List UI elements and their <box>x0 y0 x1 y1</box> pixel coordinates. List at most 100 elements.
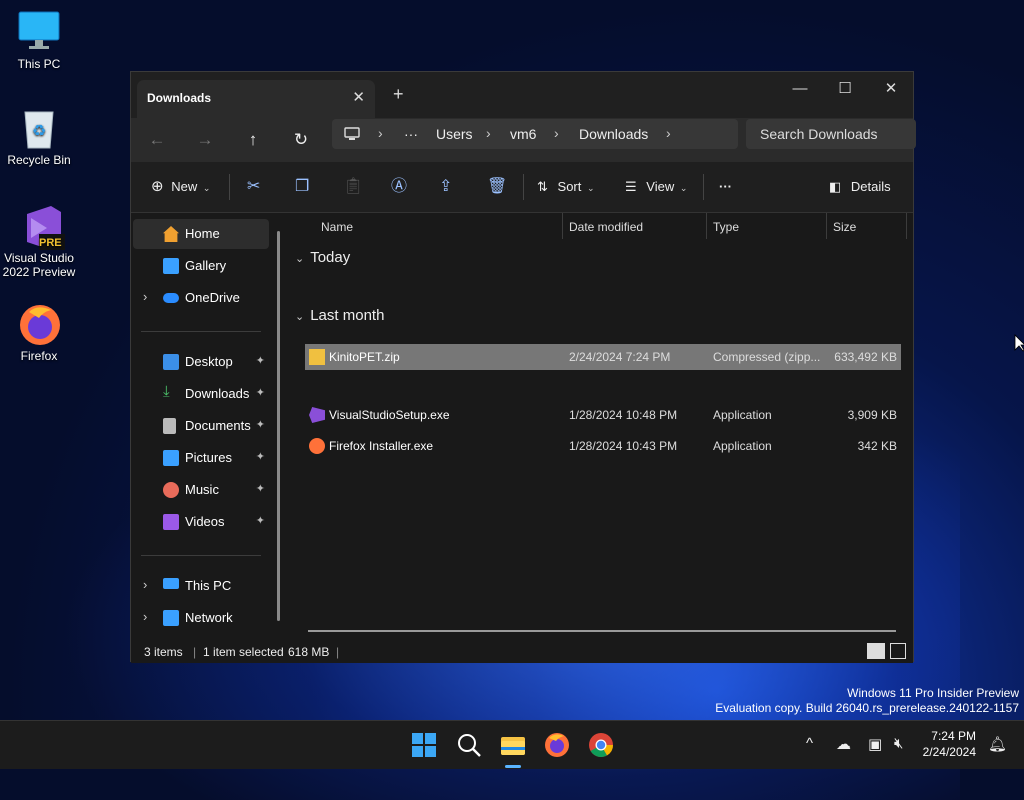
chevron-right-icon: › <box>143 289 148 304</box>
taskbar-firefox[interactable] <box>543 731 571 759</box>
pin-icon[interactable]: ✦ <box>256 514 265 527</box>
sidebar-item-label: Documents <box>185 418 251 433</box>
notification-bell-icon[interactable]: 🔔︎ <box>988 735 1007 753</box>
column-header-date[interactable]: Date modified <box>569 220 643 234</box>
document-icon <box>163 418 176 434</box>
tab-downloads[interactable]: Downloads ✕ <box>137 80 375 118</box>
pin-icon[interactable]: ✦ <box>256 482 265 495</box>
taskbar-chrome[interactable] <box>587 731 615 759</box>
breadcrumb-users[interactable]: Users <box>436 126 473 142</box>
delete-icon[interactable]: 🗑︎ <box>487 176 507 198</box>
minimize-button[interactable]: — <box>777 76 823 104</box>
rename-icon[interactable]: Ⓐ <box>391 176 407 198</box>
sidebar-item-this-pc[interactable]: › This PC <box>133 571 269 601</box>
group-header-today[interactable]: ⌄ Today <box>295 249 350 266</box>
back-button[interactable]: ← <box>143 128 171 152</box>
paste-icon[interactable]: 📋︎ <box>343 176 363 198</box>
search-button[interactable] <box>455 731 483 759</box>
sidebar-item-gallery[interactable]: Gallery <box>133 251 269 281</box>
videos-icon <box>163 514 179 530</box>
sidebar-item-videos[interactable]: Videos ✦ <box>133 507 269 537</box>
pin-icon[interactable]: ✦ <box>256 354 265 367</box>
pin-icon[interactable]: ✦ <box>256 386 265 399</box>
download-icon: ⤓ <box>163 383 170 400</box>
breadcrumb-downloads[interactable]: Downloads <box>579 126 648 142</box>
sidebar-item-home[interactable]: Home <box>133 219 269 249</box>
tab-close-button[interactable]: ✕ <box>352 88 365 106</box>
sidebar-item-desktop[interactable]: Desktop ✦ <box>133 347 269 377</box>
sort-button[interactable]: ⇅ Sort ⌄ <box>537 176 595 198</box>
file-row-kinitopet[interactable]: KinitoPET.zip 2/24/2024 7:24 PM Compress… <box>305 344 901 370</box>
chevron-down-icon: ⌄ <box>679 183 688 193</box>
cut-icon[interactable]: ✂ <box>247 176 260 198</box>
up-button[interactable]: ↑ <box>239 128 267 152</box>
volume-muted-icon[interactable]: 🔇︎ <box>894 735 903 752</box>
sidebar-item-label: OneDrive <box>185 290 240 305</box>
breadcrumb-ellipsis[interactable]: ··· <box>404 126 418 142</box>
chevron-right-icon: › <box>143 577 148 592</box>
sidebar-item-pictures[interactable]: Pictures ✦ <box>133 443 269 473</box>
address-bar[interactable]: › ··· Users › vm6 › Downloads › <box>332 119 738 149</box>
view-label: View <box>646 179 675 194</box>
chevron-down-icon: ⌄ <box>295 253 305 265</box>
maximize-button[interactable]: ☐ <box>822 76 868 104</box>
column-header-type[interactable]: Type <box>713 220 739 234</box>
forward-button[interactable]: → <box>191 128 219 152</box>
new-tab-button[interactable]: + <box>393 84 404 105</box>
desktop-icon-this-pc[interactable]: This PC <box>1 10 77 71</box>
share-icon[interactable]: ⇪ <box>439 176 452 198</box>
firefox-icon <box>309 438 325 454</box>
sidebar-item-label: Home <box>185 226 220 241</box>
clock[interactable]: 7:24 PM 2/24/2024 <box>923 728 976 760</box>
visual-studio-icon: PRE <box>17 204 65 250</box>
desktop-icon-firefox[interactable]: Firefox <box>1 302 77 363</box>
file-row-visualstudiosetup[interactable]: VisualStudioSetup.exe 1/28/2024 10:48 PM… <box>305 402 901 428</box>
group-header-last-month[interactable]: ⌄ Last month <box>295 307 384 324</box>
monitor-icon <box>17 10 61 54</box>
horizontal-scrollbar[interactable] <box>308 630 896 632</box>
tiles-view-icon[interactable] <box>890 643 906 659</box>
close-button[interactable]: ✕ <box>868 76 914 104</box>
toolbar-divider <box>703 174 704 200</box>
start-button[interactable] <box>410 731 438 759</box>
sidebar-item-music[interactable]: Music ✦ <box>133 475 269 505</box>
search-icon <box>458 734 481 757</box>
more-options-button[interactable]: ··· <box>719 176 732 198</box>
sidebar-scrollbar[interactable] <box>277 231 280 621</box>
sidebar-item-network[interactable]: › Network <box>133 603 269 633</box>
file-type: Compressed (zipp... <box>713 350 821 364</box>
new-button[interactable]: ⊕ New ⌄ <box>151 176 210 198</box>
home-icon <box>163 226 179 242</box>
taskbar-file-explorer[interactable] <box>499 731 527 768</box>
file-date: 1/28/2024 10:43 PM <box>569 439 678 453</box>
refresh-button[interactable]: ↻ <box>287 128 315 152</box>
view-button[interactable]: ☰ View ⌄ <box>625 176 687 198</box>
pin-icon[interactable]: ✦ <box>256 418 265 431</box>
pin-icon[interactable]: ✦ <box>256 450 265 463</box>
cloud-icon <box>163 293 179 303</box>
sidebar-item-documents[interactable]: Documents ✦ <box>133 411 269 441</box>
file-row-firefox-installer[interactable]: Firefox Installer.exe 1/28/2024 10:43 PM… <box>305 433 901 459</box>
sidebar-item-onedrive[interactable]: › OneDrive <box>133 283 269 313</box>
sidebar-item-downloads[interactable]: ⤓ Downloads ✦ <box>133 379 269 409</box>
desktop-icon-label: Recycle Bin <box>7 153 71 167</box>
details-view-icon[interactable] <box>867 643 885 659</box>
visual-studio-icon <box>309 407 325 423</box>
details-label: Details <box>850 179 891 194</box>
onedrive-offline-icon[interactable]: ☁ <box>836 735 851 753</box>
network-icon[interactable]: ▣ <box>868 735 882 753</box>
svg-text:♻: ♻ <box>32 123 46 140</box>
command-bar: ⊕ New ⌄ ✂ ❐ 📋︎ Ⓐ ⇪ 🗑︎ ⇅ Sort ⌄ ☰ View ⌄ … <box>131 162 913 213</box>
desktop-icon-label: Firefox <box>20 349 58 363</box>
desktop-icon-visual-studio[interactable]: PRE Visual Studio 2022 Preview <box>1 204 77 279</box>
column-header-name[interactable]: Name <box>321 220 353 234</box>
breadcrumb-vm6[interactable]: vm6 <box>510 126 536 142</box>
copy-icon[interactable]: ❐ <box>295 176 309 198</box>
sidebar-item-label: Videos <box>185 514 225 529</box>
column-header-size[interactable]: Size <box>833 220 856 234</box>
search-box[interactable]: Search Downloads <box>746 119 916 149</box>
details-button[interactable]: ◧ Details <box>829 176 891 198</box>
desktop-icon-recycle-bin[interactable]: ♻ Recycle Bin <box>1 106 77 167</box>
sidebar-divider <box>141 555 261 556</box>
show-hidden-icons-button[interactable]: ^ <box>806 735 813 752</box>
